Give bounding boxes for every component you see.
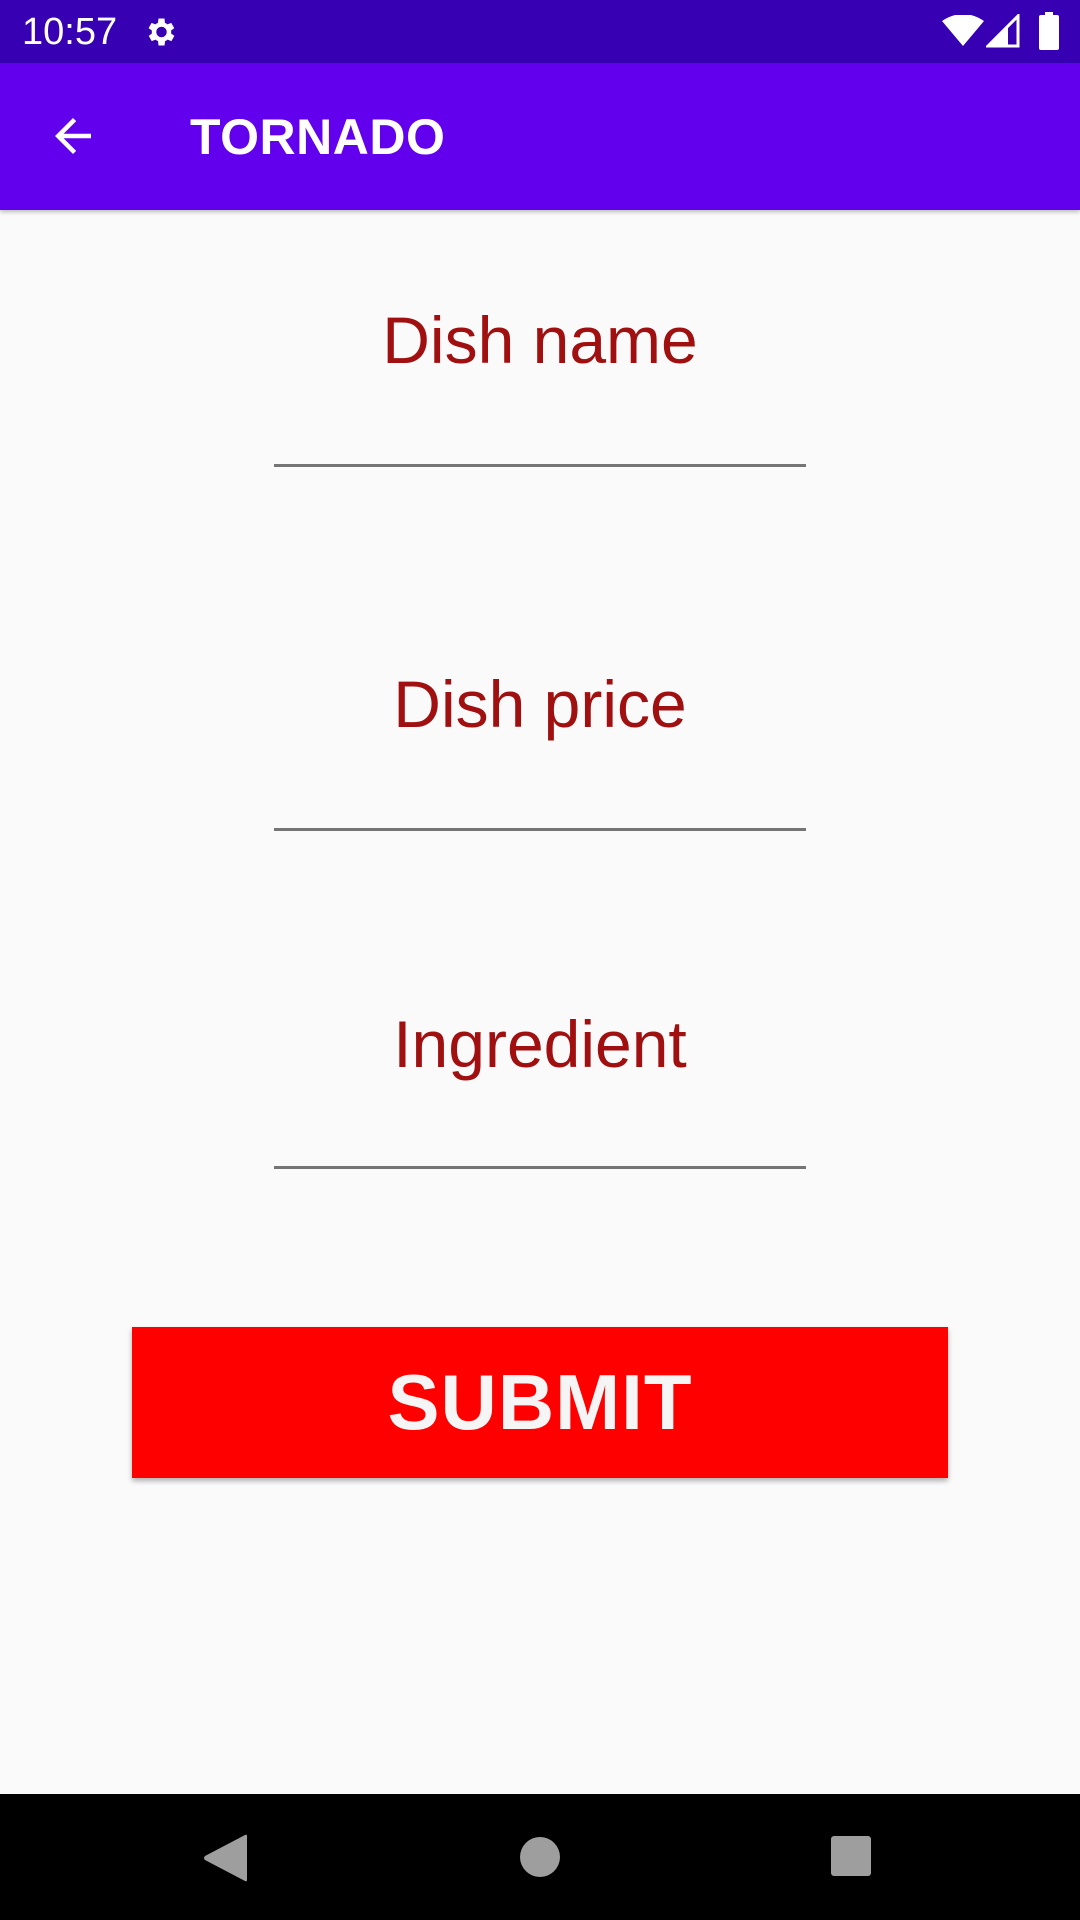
page-title: TORNADO [190,109,446,165]
ingredient-field[interactable]: Ingredient [274,1004,806,1174]
nav-home-icon[interactable] [520,1837,560,1877]
gear-icon [148,18,175,46]
dish-price-field[interactable]: Dish price [274,664,806,834]
ingredient-underline [274,1166,806,1169]
signal-icon [986,14,1020,48]
navigation-bar [0,1794,1080,1920]
screen: 10:57 TORNADO Dish name Dish price Ingre… [0,0,1080,1920]
arrow-left-icon[interactable] [46,109,100,163]
status-bar: 10:57 [0,0,1080,63]
dish-name-placeholder: Dish name [382,303,698,377]
nav-back-icon[interactable] [203,1834,247,1882]
dish-name-underline [274,464,806,467]
status-time: 10:57 [22,11,118,53]
dish-price-placeholder: Dish price [393,667,687,741]
app-bar: TORNADO [0,63,1080,210]
wifi-icon [942,15,984,46]
battery-icon [1039,12,1059,50]
nav-recents-icon[interactable] [831,1836,871,1876]
dish-price-underline [274,828,806,831]
submit-button[interactable]: SUBMIT [132,1327,948,1478]
dish-name-field[interactable]: Dish name [274,300,806,470]
ingredient-placeholder: Ingredient [393,1007,687,1081]
